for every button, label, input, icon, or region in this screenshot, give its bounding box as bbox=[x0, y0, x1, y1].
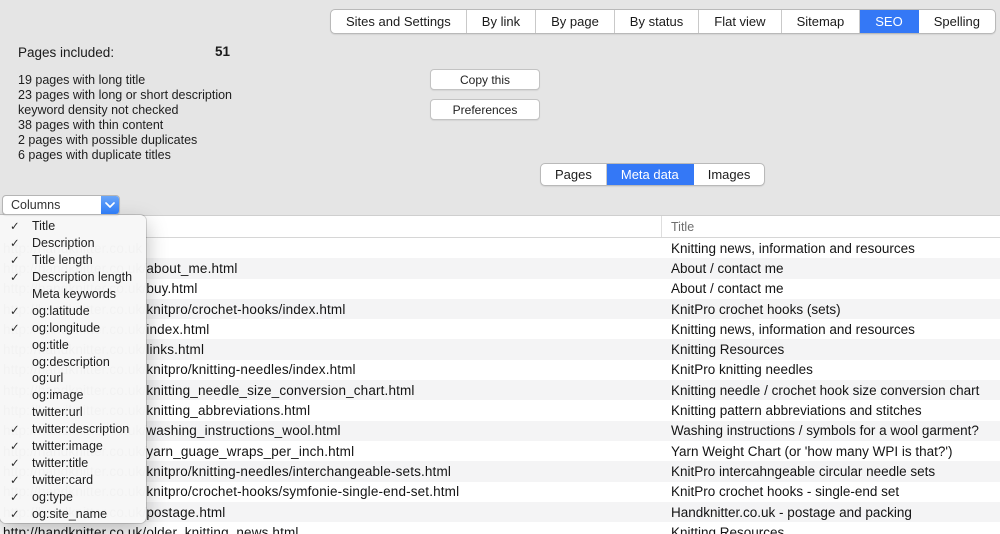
menu-item-twitter-title[interactable]: ✓twitter:title bbox=[0, 454, 146, 471]
title-cell: Knitting Resources bbox=[671, 522, 784, 534]
title-column-header[interactable]: Title bbox=[671, 216, 694, 237]
pages-included-value: 51 bbox=[215, 44, 230, 59]
summary-line-possible-duplicates: 2 pages with possible duplicates bbox=[18, 133, 232, 148]
summary-line-thin-content: 38 pages with thin content bbox=[18, 118, 232, 133]
title-cell: Knitting needle / crochet hook size conv… bbox=[671, 380, 979, 400]
summary-line-description: 23 pages with long or short description bbox=[18, 88, 232, 103]
checkmark-icon: ✓ bbox=[10, 456, 25, 470]
menu-item-title-length[interactable]: ✓Title length bbox=[0, 252, 146, 269]
tab-flat-view[interactable]: Flat view bbox=[699, 10, 781, 33]
columns-popup-label: Columns bbox=[3, 198, 101, 212]
title-cell: Knitting Resources bbox=[671, 339, 784, 359]
checkmark-icon: ✓ bbox=[10, 507, 25, 521]
menu-item-twitter-card[interactable]: ✓twitter:card bbox=[0, 471, 146, 488]
menu-item-twitter-description[interactable]: ✓twitter:description bbox=[0, 421, 146, 438]
checkmark-icon: ✓ bbox=[10, 473, 25, 487]
checkmark-icon: ✓ bbox=[10, 490, 25, 504]
title-cell: Knitting news, information and resources bbox=[671, 238, 915, 258]
copy-this-button[interactable]: Copy this bbox=[430, 69, 540, 90]
pages-included-label: Pages included: bbox=[18, 45, 114, 60]
title-cell: Knitting news, information and resources bbox=[671, 319, 915, 339]
title-cell: KnitPro crochet hooks - single-end set bbox=[671, 482, 899, 502]
title-cell: About / contact me bbox=[671, 258, 784, 278]
tab-meta-data[interactable]: Meta data bbox=[607, 164, 694, 185]
menu-item-description-length[interactable]: ✓Description length bbox=[0, 269, 146, 286]
title-cell: KnitPro knitting needles bbox=[671, 360, 813, 380]
title-cell: Handknitter.co.uk - postage and packing bbox=[671, 502, 912, 522]
menu-item-og-description[interactable]: og:description bbox=[0, 353, 146, 370]
menu-item-description[interactable]: ✓Description bbox=[0, 235, 146, 252]
checkmark-icon: ✓ bbox=[10, 304, 25, 318]
menu-item-og-latitude[interactable]: ✓og:latitude bbox=[0, 302, 146, 319]
tab-pages[interactable]: Pages bbox=[541, 164, 607, 185]
title-cell: About / contact me bbox=[671, 279, 784, 299]
table-row[interactable]: http://handknitter.co.uk/knitpro/crochet… bbox=[0, 482, 1000, 502]
menu-item-og-title[interactable]: og:title bbox=[0, 336, 146, 353]
meta-data-table: Title http://handknitter.co.ukKnitting n… bbox=[0, 215, 1000, 534]
menu-item-og-longitude[interactable]: ✓og:longitude bbox=[0, 319, 146, 336]
table-row[interactable]: http://handknitter.co.uk/knitting_abbrev… bbox=[0, 400, 1000, 420]
menu-item-twitter-image[interactable]: ✓twitter:image bbox=[0, 438, 146, 455]
chevron-down-icon bbox=[101, 196, 119, 214]
table-header: Title bbox=[0, 216, 1000, 238]
menu-item-og-image[interactable]: og:image bbox=[0, 387, 146, 404]
tab-by-link[interactable]: By link bbox=[467, 10, 536, 33]
table-row[interactable]: http://handknitter.co.uk/knitpro/knittin… bbox=[0, 461, 1000, 481]
tab-spelling[interactable]: Spelling bbox=[919, 10, 995, 33]
checkmark-icon: ✓ bbox=[10, 439, 25, 453]
column-separator[interactable] bbox=[661, 216, 662, 237]
summary-line-keyword-density: keyword density not checked bbox=[18, 103, 232, 118]
tab-by-status[interactable]: By status bbox=[615, 10, 699, 33]
table-row[interactable]: http://handknitter.co.uk/index.htmlKnitt… bbox=[0, 319, 1000, 339]
summary-line-duplicate-titles: 6 pages with duplicate titles bbox=[18, 148, 232, 163]
table-row[interactable]: http://handknitter.co.uk/buy.htmlAbout /… bbox=[0, 279, 1000, 299]
toolbar-tab-bar: Sites and Settings By link By page By st… bbox=[330, 9, 996, 34]
menu-item-title[interactable]: ✓Title bbox=[0, 218, 146, 235]
checkmark-icon: ✓ bbox=[10, 219, 25, 233]
checkmark-icon: ✓ bbox=[10, 321, 25, 335]
table-row[interactable]: http://handknitter.co.uk/postage.htmlHan… bbox=[0, 502, 1000, 522]
tab-sitemap[interactable]: Sitemap bbox=[782, 10, 861, 33]
checkmark-icon: ✓ bbox=[10, 270, 25, 284]
menu-item-meta-keywords[interactable]: Meta keywords bbox=[0, 286, 146, 303]
table-row[interactable]: http://handknitter.co.uk/yarn_guage_wrap… bbox=[0, 441, 1000, 461]
title-cell: Knitting pattern abbreviations and stitc… bbox=[671, 400, 922, 420]
view-tab-bar: Pages Meta data Images bbox=[540, 163, 765, 186]
menu-item-og-site-name[interactable]: ✓og:site_name bbox=[0, 505, 146, 522]
url-cell: http://handknitter.co.uk/older_knitting_… bbox=[3, 522, 299, 534]
title-cell: KnitPro crochet hooks (sets) bbox=[671, 299, 841, 319]
checkmark-icon: ✓ bbox=[10, 236, 25, 250]
title-cell: Yarn Weight Chart (or 'how many WPI is t… bbox=[671, 441, 953, 461]
table-row[interactable]: http://handknitter.co.uk/links.htmlKnitt… bbox=[0, 339, 1000, 359]
summary-line-long-title: 19 pages with long title bbox=[18, 73, 232, 88]
title-cell: KnitPro intercahngeable circular needle … bbox=[671, 461, 935, 481]
checkmark-icon: ✓ bbox=[10, 253, 25, 267]
menu-item-og-url[interactable]: og:url bbox=[0, 370, 146, 387]
tab-images[interactable]: Images bbox=[694, 164, 765, 185]
title-cell: Washing instructions / symbols for a woo… bbox=[671, 421, 979, 441]
columns-popup-button[interactable]: Columns bbox=[2, 195, 120, 215]
menu-item-og-type[interactable]: ✓og:type bbox=[0, 488, 146, 505]
table-row[interactable]: http://handknitter.co.uk/knitpro/knittin… bbox=[0, 360, 1000, 380]
table-row[interactable]: http://handknitter.co.ukKnitting news, i… bbox=[0, 238, 1000, 258]
tab-by-page[interactable]: By page bbox=[536, 10, 615, 33]
seo-summary: Pages included: 51 19 pages with long ti… bbox=[18, 44, 232, 163]
tab-sites-and-settings[interactable]: Sites and Settings bbox=[331, 10, 467, 33]
table-row[interactable]: http://handknitter.co.uk/knitpro/crochet… bbox=[0, 299, 1000, 319]
tab-seo[interactable]: SEO bbox=[860, 10, 918, 33]
columns-dropdown-menu: ✓Title ✓Description ✓Title length ✓Descr… bbox=[0, 215, 146, 523]
preferences-button[interactable]: Preferences bbox=[430, 99, 540, 120]
checkmark-icon: ✓ bbox=[10, 422, 25, 436]
table-row[interactable]: http://handknitter.co.uk/washing_instruc… bbox=[0, 421, 1000, 441]
table-row[interactable]: http://handknitter.co.uk/knitting_needle… bbox=[0, 380, 1000, 400]
menu-item-twitter-url[interactable]: twitter:url bbox=[0, 404, 146, 421]
table-row[interactable]: http://handknitter.co.uk/older_knitting_… bbox=[0, 522, 1000, 534]
table-row[interactable]: http://handknitter.co.uk/about_me.htmlAb… bbox=[0, 258, 1000, 278]
